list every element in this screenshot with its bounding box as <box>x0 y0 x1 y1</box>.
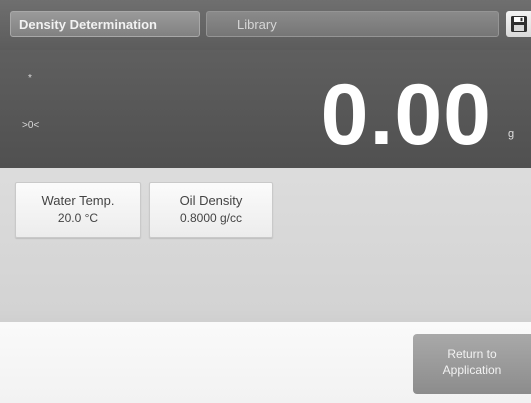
tab-library[interactable]: Library <box>206 11 499 37</box>
stability-indicator: * <box>28 73 32 84</box>
weight-unit: g <box>508 128 515 140</box>
oil-density-label: Oil Density <box>179 193 243 208</box>
top-bar: Density Determination Library <box>0 0 531 50</box>
return-to-application-button[interactable]: Return to Application <box>413 334 531 394</box>
oil-density-button[interactable]: Oil Density 0.8000 g/cc <box>149 182 273 238</box>
balance-screen: Density Determination Library * >0< 0.00… <box>0 0 531 403</box>
water-temp-label: Water Temp. <box>41 193 115 208</box>
weight-value: 0.00 <box>320 67 492 163</box>
tab-density-determination[interactable]: Density Determination <box>10 11 200 37</box>
tab-library-label: Library <box>237 17 277 32</box>
save-button[interactable] <box>506 11 531 37</box>
tab-density-determination-label: Density Determination <box>19 17 157 32</box>
floppy-disk-icon <box>511 16 527 32</box>
weight-display: * >0< 0.00 g <box>0 50 531 168</box>
center-of-zero-indicator: >0< <box>22 120 40 131</box>
oil-density-value: 0.8000 g/cc <box>179 211 243 225</box>
return-button-line2: Application <box>442 363 502 377</box>
return-button-line1: Return to <box>447 347 497 361</box>
water-temp-button[interactable]: Water Temp. 20.0 °C <box>15 182 141 238</box>
water-temp-value: 20.0 °C <box>57 211 99 225</box>
